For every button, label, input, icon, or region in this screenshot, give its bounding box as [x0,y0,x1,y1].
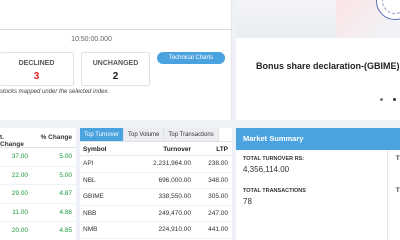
table-row[interactable]: NBL 696,000.00 348.00 [80,173,232,189]
total-transactions-stat: TOTAL TRANSACTIONS 78 [243,188,306,206]
turnover-cell: 338,550.00 [158,193,191,200]
change-cell: 37.00 [11,153,28,160]
percent-cell: 5.00 [59,153,72,160]
total-turnover-stat: TOTAL TURNOVER RS: 4,356,114.00 [243,156,304,174]
turnover-cell: 2,231,964.00 [153,160,191,167]
header-turnover: Turnover [163,146,191,153]
ltp-cell: 238.00 [208,160,228,167]
market-summary-card: Market Summary TOTAL TURNOVER RS: 4,356,… [236,128,400,240]
header-symbol: Symbol [83,146,107,153]
declined-stat-box: DECLINED 3 [0,52,74,86]
top-gainers-table: t. Change % Change 37.00 5.00 22.00 5.00 2… [0,128,76,240]
top-turnover-panel: Top Turnover Top Volume Top Transactions… [80,128,232,240]
news-headline[interactable]: Bonus share declaration-(GBIME) [256,61,400,71]
table-row[interactable]: 22.00 5.00 [0,167,76,185]
tab-top-volume[interactable]: Top Volume [124,128,165,141]
declined-label: DECLINED [18,60,55,67]
gainers-table-header: t. Change % Change [0,128,76,148]
carousel-dots [380,98,396,101]
index-timeline-axis [0,29,232,30]
turnover-cell: 224,910.00 [158,226,191,233]
change-cell: 22.00 [11,171,28,179]
table-row[interactable]: 29.00 4.87 [0,185,76,204]
ltp-cell: 247.00 [208,209,228,217]
change-cell: 11.00 [12,208,28,216]
tab-top-transactions[interactable]: Top Transactions [164,128,219,141]
ltp-cell: 348.00 [208,176,228,184]
symbol-cell[interactable]: NBB [83,210,96,217]
ltp-cell: 305.00 [208,193,228,200]
table-row[interactable]: GBIME 338,550.00 305.00 [80,189,232,206]
summary-clipped-label: T [396,156,400,162]
header-change: t. Change [0,134,24,148]
percent-cell: 4.87 [59,190,72,197]
index-stats-card: 10:50:00.000 DECLINED 3 UNCHANGED 2 Tech… [0,0,232,120]
change-cell: 29.00 [11,190,28,197]
header-ltp: LTP [216,146,228,153]
turnover-tabs: Top Turnover Top Volume Top Transactions [80,128,232,142]
symbol-cell[interactable]: NMB [83,226,97,233]
tab-top-turnover[interactable]: Top Turnover [80,128,125,141]
technical-charts-button[interactable]: Technical Charts [157,52,225,64]
unchanged-label: UNCHANGED [92,60,139,67]
unchanged-stat-box: UNCHANGED 2 [81,52,150,86]
turnover-cell: 696,000.00 [158,176,191,184]
table-row[interactable]: 37.00 5.00 [0,148,76,167]
declined-value: 3 [33,71,40,82]
market-summary-title: Market Summary [236,128,400,150]
news-carousel-card[interactable]: Bonus share declaration-(GBIME) [236,0,400,120]
percent-cell: 4.86 [59,208,72,216]
total-turnover-label: TOTAL TURNOVER RS: [243,156,305,162]
turnover-table-header: Symbol Turnover LTP [80,142,232,156]
news-banner-image [236,0,400,38]
index-time-label: 10:50:00.000 [71,36,112,43]
summary-column-divider [387,150,388,240]
percent-cell: 5.00 [59,171,72,179]
total-transactions-label: TOTAL TRANSACTIONS [243,188,306,194]
header-percent-change: % Change [40,134,72,141]
index-mapping-note: stocks mapped under the selected index. [0,89,110,95]
table-row[interactable]: 11.00 4.86 [0,204,76,222]
symbol-cell[interactable]: API [83,160,93,167]
table-row[interactable]: 20.00 4.85 [0,222,76,240]
total-turnover-value: 4,356,114.00 [243,165,290,174]
ltp-cell: 441.00 [208,226,228,233]
change-cell: 20.00 [11,227,28,234]
summary-clipped-label: T [396,188,400,194]
percent-cell: 4.85 [59,227,72,234]
carousel-dot-active[interactable] [393,98,396,101]
total-transactions-value: 78 [243,197,252,206]
turnover-cell: 249,470.00 [158,209,191,217]
symbol-cell[interactable]: NBL [83,177,96,184]
symbol-cell[interactable]: GBIME [83,193,104,200]
table-row[interactable]: API 2,231,964.00 238.00 [80,156,232,173]
carousel-dot[interactable] [380,98,383,101]
table-row[interactable]: NMB 224,910.00 441.00 [80,222,232,239]
table-row[interactable]: NBB 249,470.00 247.00 [80,206,232,222]
unchanged-value: 2 [112,71,119,82]
